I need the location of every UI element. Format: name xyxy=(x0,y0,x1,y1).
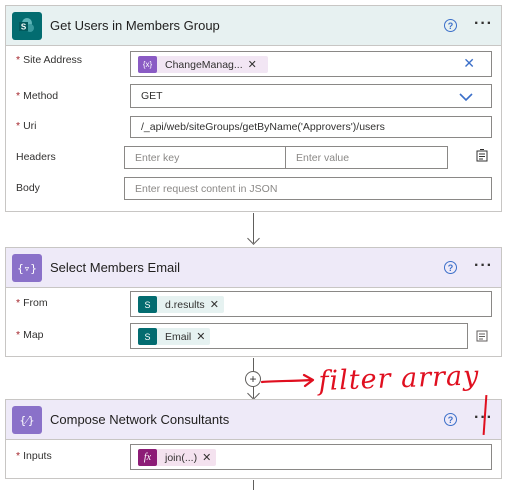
data-operation-icon: {▿} xyxy=(12,254,42,282)
remove-token-icon[interactable]: ✕ xyxy=(210,298,219,311)
expression-token[interactable]: fx join(...) ✕ xyxy=(138,449,217,466)
map-field[interactable]: S Email ✕ xyxy=(130,323,468,349)
chevron-down-icon[interactable] xyxy=(459,92,473,102)
map-label: * Map xyxy=(16,329,44,341)
connector-line xyxy=(253,480,254,490)
site-address-token[interactable]: {x} ChangeManag... ✕ xyxy=(138,56,268,73)
body-label: Body xyxy=(16,182,40,194)
help-icon[interactable]: ? xyxy=(444,261,457,274)
insert-step-button[interactable]: + xyxy=(245,371,261,387)
card-title: Compose Network Consultants xyxy=(50,412,230,427)
header-value-field[interactable]: Enter value xyxy=(286,146,448,169)
plus-icon: + xyxy=(249,372,257,386)
sharepoint-icon: S xyxy=(12,12,42,40)
uri-field[interactable]: /_api/web/siteGroups/getByName('Approver… xyxy=(130,116,492,138)
annotation-text: filter array xyxy=(318,360,480,397)
sharepoint-icon: S xyxy=(138,328,157,345)
svg-text:{▿}: {▿} xyxy=(17,262,37,275)
clear-icon[interactable]: ✕ xyxy=(463,55,475,72)
site-address-label: * Site Address xyxy=(16,54,83,66)
more-options-icon[interactable]: ··· xyxy=(474,257,493,275)
compose-icon: {⁄} xyxy=(12,406,42,434)
help-icon[interactable]: ? xyxy=(444,19,457,32)
sharepoint-icon: S xyxy=(138,296,157,313)
method-dropdown[interactable]: GET xyxy=(130,84,492,108)
action-card-select: {▿} Select Members Email ? ··· * From S d… xyxy=(5,247,502,357)
site-address-field[interactable]: {x} ChangeManag... ✕ ✕ xyxy=(130,51,492,77)
arrow-down-icon xyxy=(247,387,260,400)
card-header[interactable]: {▿} Select Members Email ? ··· xyxy=(6,248,501,288)
header-key-field[interactable]: Enter key xyxy=(124,146,286,169)
function-icon: fx xyxy=(138,449,157,466)
card-header[interactable]: {⁄} Compose Network Consultants ? ··· xyxy=(6,400,501,440)
headers-label: Headers xyxy=(16,151,56,163)
arrow-down-icon xyxy=(247,232,260,245)
action-card-compose: {⁄} Compose Network Consultants ? ··· *I… xyxy=(5,399,502,479)
remove-token-icon[interactable]: ✕ xyxy=(202,451,211,464)
body-field[interactable]: Enter request content in JSON xyxy=(124,177,492,200)
method-label: * Method xyxy=(16,90,59,102)
variable-icon: {x} xyxy=(138,56,157,73)
remove-token-icon[interactable]: ✕ xyxy=(196,330,205,343)
more-options-icon[interactable]: ··· xyxy=(474,15,493,33)
help-icon[interactable]: ? xyxy=(444,413,457,426)
card-title: Select Members Email xyxy=(50,260,181,275)
switch-to-text-mode-icon[interactable] xyxy=(476,329,488,342)
from-token[interactable]: S d.results ✕ xyxy=(138,296,224,313)
inputs-label: * Inputs xyxy=(16,450,52,462)
card-header[interactable]: S Get Users in Members Group ? ··· xyxy=(6,6,501,46)
from-field[interactable]: S d.results ✕ xyxy=(130,291,492,317)
map-token[interactable]: S Email ✕ xyxy=(138,328,211,345)
svg-text:S: S xyxy=(21,23,27,32)
annotation-arrow xyxy=(260,373,315,388)
remove-token-icon[interactable]: ✕ xyxy=(248,58,257,71)
uri-label: * Uri xyxy=(16,120,37,132)
action-card-get-users: S Get Users in Members Group ? ··· * Site… xyxy=(5,5,502,212)
svg-text:{⁄}: {⁄} xyxy=(19,414,34,427)
switch-to-text-mode-icon[interactable] xyxy=(476,149,488,162)
inputs-field[interactable]: fx join(...) ✕ xyxy=(130,444,492,470)
card-title: Get Users in Members Group xyxy=(50,18,220,33)
from-label: * From xyxy=(16,297,48,309)
